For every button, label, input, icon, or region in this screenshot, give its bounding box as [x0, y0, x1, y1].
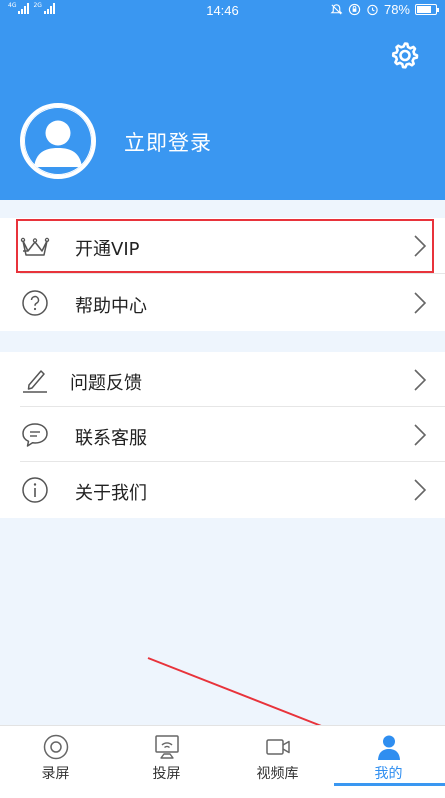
- nav-tab-mine[interactable]: 我的: [333, 726, 444, 798]
- rotation-lock-icon: [348, 3, 361, 16]
- profile-header: 4G 2G 14:46 78% 立即登录: [0, 0, 445, 200]
- nav-tab-video-library[interactable]: 视频库: [222, 726, 333, 798]
- battery-percent: 78%: [383, 2, 410, 17]
- bottom-navigation: 录屏 投屏 视频库 我的: [0, 725, 445, 798]
- chevron-right-icon: [414, 424, 427, 446]
- info-circle-icon: [22, 477, 48, 503]
- chevron-right-icon: [414, 292, 427, 314]
- divider: [20, 273, 445, 274]
- nav-tab-label: 视频库: [256, 766, 299, 782]
- video-camera-icon: [265, 739, 290, 755]
- chat-bubble-icon: [22, 423, 48, 447]
- menu-item-help-center[interactable]: 帮助中心: [0, 275, 445, 330]
- nav-tab-label: 录屏: [41, 766, 70, 782]
- menu-item-vip[interactable]: 开通VIP: [0, 218, 445, 273]
- menu-item-label: 帮助中心: [75, 296, 147, 317]
- nav-tab-record[interactable]: 录屏: [0, 726, 111, 798]
- menu-group-primary: 开通VIP 帮助中心: [0, 218, 445, 331]
- menu-group-secondary: 问题反馈 联系客服 关于我们: [0, 352, 445, 518]
- question-circle-icon: [22, 290, 48, 316]
- menu-item-label: 问题反馈: [70, 373, 142, 394]
- active-tab-indicator: [334, 783, 445, 786]
- battery-icon: [415, 4, 439, 15]
- chevron-right-icon: [414, 369, 427, 391]
- person-icon: [377, 735, 400, 760]
- nav-tab-cast[interactable]: 投屏: [111, 726, 222, 798]
- status-right-icons: 78%: [330, 2, 439, 17]
- pen-icon: [23, 370, 47, 393]
- alarm-icon: [367, 4, 378, 16]
- crown-icon: [20, 237, 50, 256]
- menu-item-customer-service[interactable]: 联系客服: [0, 407, 445, 462]
- status-bar: 4G 2G 14:46 78%: [0, 0, 445, 22]
- menu-item-label: 联系客服: [75, 428, 147, 449]
- cast-icon: [154, 735, 179, 759]
- mute-icon: [330, 4, 343, 15]
- user-avatar[interactable]: [20, 103, 96, 179]
- nav-tab-label: 投屏: [152, 766, 181, 782]
- menu-item-label: 开通VIP: [75, 239, 140, 260]
- nav-tab-label: 我的: [374, 766, 403, 782]
- login-link[interactable]: 立即登录: [124, 127, 212, 157]
- default-avatar-icon: [24, 107, 92, 175]
- chevron-right-icon: [414, 479, 427, 501]
- menu-item-about-us[interactable]: 关于我们: [0, 462, 445, 517]
- menu-item-label: 关于我们: [75, 483, 147, 504]
- record-icon: [43, 734, 68, 760]
- menu-item-feedback[interactable]: 问题反馈: [0, 352, 445, 407]
- chevron-right-icon: [414, 235, 427, 257]
- settings-gear-icon[interactable]: [390, 40, 420, 70]
